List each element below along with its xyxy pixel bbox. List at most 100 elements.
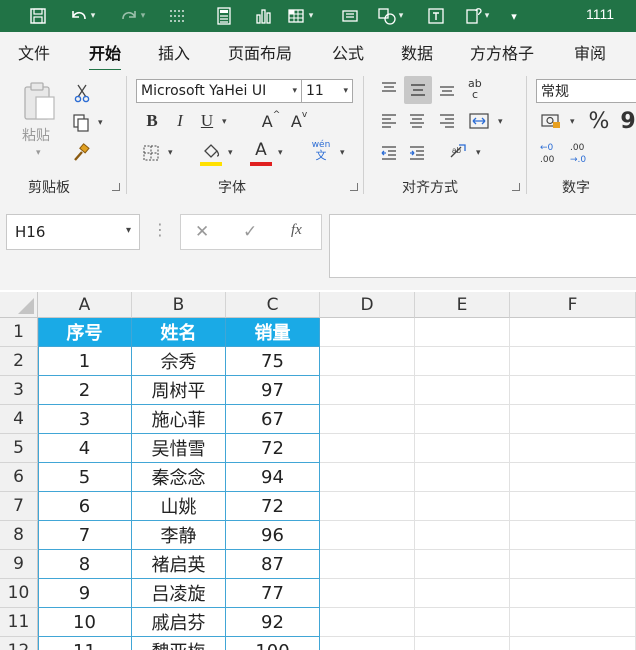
row-header-5[interactable]: 5 <box>0 434 38 463</box>
cell-c4[interactable]: 67 <box>226 405 320 434</box>
cell-e1[interactable] <box>415 318 510 347</box>
decrease-font-size-button[interactable]: Av <box>288 110 310 132</box>
cell-b6[interactable]: 秦念念 <box>132 463 226 492</box>
cell-a3[interactable]: 2 <box>38 376 132 405</box>
select-all-corner[interactable] <box>0 292 38 318</box>
percent-style-button[interactable]: % <box>588 108 610 134</box>
copy-dropdown-arrow[interactable]: ▾ <box>98 118 103 128</box>
alignment-launcher-icon[interactable] <box>512 183 520 191</box>
cell-e5[interactable] <box>415 434 510 463</box>
cell-b9[interactable]: 褚启英 <box>132 550 226 579</box>
cell-d5[interactable] <box>320 434 415 463</box>
fill-color-dropdown-arrow[interactable]: ▾ <box>228 148 233 158</box>
tab-insert[interactable]: 插入 <box>158 40 190 64</box>
cell-e11[interactable] <box>415 608 510 637</box>
increase-decimal-button[interactable]: ←0 .00 <box>540 142 564 168</box>
cell-f11[interactable] <box>510 608 636 637</box>
calculator-icon[interactable] <box>212 4 236 28</box>
cell-d8[interactable] <box>320 521 415 550</box>
row-header-11[interactable]: 11 <box>0 608 38 637</box>
clipboard-launcher-icon[interactable] <box>112 183 120 191</box>
cell-b3[interactable]: 周树平 <box>132 376 226 405</box>
cell-b12[interactable]: 魏亚梅 <box>132 637 226 650</box>
redo-icon[interactable]: ▾ <box>112 4 152 28</box>
cut-icon[interactable] <box>70 82 94 104</box>
column-header-f[interactable]: F <box>510 292 636 318</box>
cell-e12[interactable] <box>415 637 510 650</box>
row-header-6[interactable]: 6 <box>0 463 38 492</box>
cell-f1[interactable] <box>510 318 636 347</box>
align-left-icon[interactable] <box>378 110 400 132</box>
cell-f2[interactable] <box>510 347 636 376</box>
align-right-icon[interactable] <box>436 110 458 132</box>
cell-f3[interactable] <box>510 376 636 405</box>
number-format-dropdown[interactable]: 常规 <box>536 79 636 103</box>
tab-home[interactable]: 开始 <box>89 40 122 72</box>
font-color-dropdown-arrow[interactable]: ▾ <box>278 148 283 158</box>
copy-icon[interactable] <box>68 112 94 134</box>
cell-d4[interactable] <box>320 405 415 434</box>
paste-label[interactable]: 粘贴 <box>22 125 50 145</box>
cell-c2[interactable]: 75 <box>226 347 320 376</box>
cell-b4[interactable]: 施心菲 <box>132 405 226 434</box>
cell-e7[interactable] <box>415 492 510 521</box>
tab-file[interactable]: 文件 <box>18 40 50 64</box>
font-name-dropdown[interactable]: Microsoft YaHei UI ▾ <box>136 79 302 103</box>
format-painter-icon[interactable] <box>68 142 94 164</box>
border-draw-icon[interactable] <box>164 4 192 28</box>
print-preview-icon[interactable] <box>338 4 362 28</box>
cell-b2[interactable]: 佘秀 <box>132 347 226 376</box>
align-center-icon[interactable] <box>406 110 428 132</box>
cell-d1[interactable] <box>320 318 415 347</box>
cell-c1[interactable]: 销量 <box>226 318 320 347</box>
tab-page-layout[interactable]: 页面布局 <box>228 40 292 64</box>
orientation-dropdown-arrow[interactable]: ▾ <box>476 148 481 158</box>
formula-input[interactable] <box>329 214 636 278</box>
cell-b11[interactable]: 戚启芬 <box>132 608 226 637</box>
cell-f6[interactable] <box>510 463 636 492</box>
bold-button[interactable]: B <box>142 110 162 132</box>
cell-f7[interactable] <box>510 492 636 521</box>
merge-dropdown-arrow[interactable]: ▾ <box>498 117 503 127</box>
orientation-icon[interactable]: ab <box>446 140 470 164</box>
cell-a7[interactable]: 6 <box>38 492 132 521</box>
decrease-decimal-button[interactable]: .00 →.0 <box>570 142 594 168</box>
cell-a12[interactable]: 11 <box>38 637 132 650</box>
decrease-indent-icon[interactable] <box>378 142 400 164</box>
merge-center-icon[interactable] <box>466 110 492 132</box>
row-header-4[interactable]: 4 <box>0 405 38 434</box>
cell-a8[interactable]: 7 <box>38 521 132 550</box>
cell-d3[interactable] <box>320 376 415 405</box>
row-header-2[interactable]: 2 <box>0 347 38 376</box>
cell-f12[interactable] <box>510 637 636 650</box>
fill-color-icon[interactable] <box>200 140 222 164</box>
cell-f8[interactable] <box>510 521 636 550</box>
save-icon[interactable] <box>26 4 50 28</box>
italic-button[interactable]: I <box>170 110 190 132</box>
phonetic-guide-button[interactable]: wén 文 <box>310 140 332 166</box>
cell-b5[interactable]: 吴惜雪 <box>132 434 226 463</box>
cell-c8[interactable]: 96 <box>226 521 320 550</box>
cell-e6[interactable] <box>415 463 510 492</box>
cell-b8[interactable]: 李静 <box>132 521 226 550</box>
text-box-icon[interactable] <box>424 4 448 28</box>
align-bottom-icon[interactable] <box>436 78 458 100</box>
increase-indent-icon[interactable] <box>406 142 428 164</box>
cell-e9[interactable] <box>415 550 510 579</box>
row-header-10[interactable]: 10 <box>0 579 38 608</box>
column-header-e[interactable]: E <box>415 292 510 318</box>
cell-c12[interactable]: 100 <box>226 637 320 650</box>
cell-e2[interactable] <box>415 347 510 376</box>
cell-f10[interactable] <box>510 579 636 608</box>
font-size-dropdown[interactable]: 11 ▾ <box>301 79 353 103</box>
tab-formulas[interactable]: 公式 <box>332 40 364 64</box>
font-launcher-icon[interactable] <box>350 183 358 191</box>
more-options-icon[interactable]: ⋮ <box>152 220 168 239</box>
chevron-down-icon[interactable]: ▾ <box>126 225 131 236</box>
underline-dropdown-arrow[interactable]: ▾ <box>222 117 227 127</box>
row-header-3[interactable]: 3 <box>0 376 38 405</box>
table-format-icon[interactable]: ▾ <box>284 4 316 28</box>
row-header-1[interactable]: 1 <box>0 318 38 347</box>
cell-b7[interactable]: 山姚 <box>132 492 226 521</box>
underline-button[interactable]: U <box>196 110 218 132</box>
